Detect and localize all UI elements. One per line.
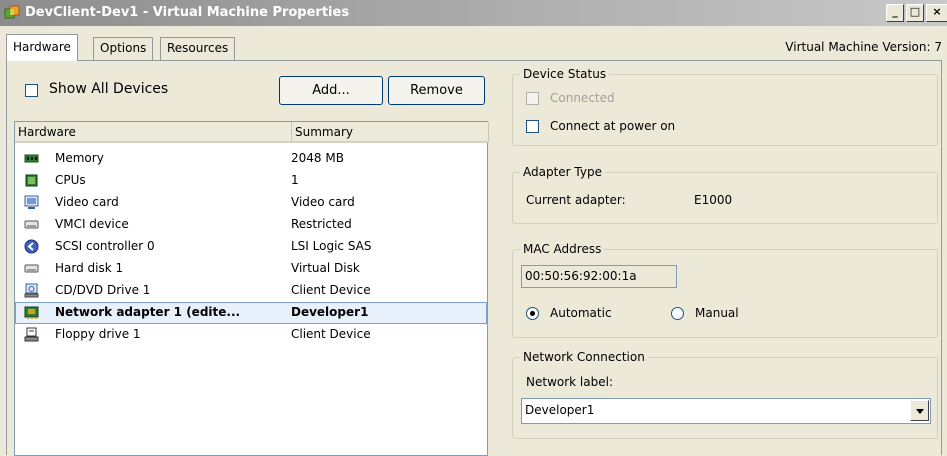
hardware-name: Video card — [55, 195, 119, 209]
hardware-summary: Client Device — [291, 283, 371, 297]
automatic-radio[interactable] — [526, 307, 539, 320]
hardware-row-network-adapter[interactable]: Network adapter 1 (edite... Developer1 — [15, 302, 487, 324]
hardware-summary: 1 — [291, 173, 299, 187]
hardware-summary: 2048 MB — [291, 151, 344, 165]
hardware-name: Network adapter 1 (edite... — [55, 305, 241, 319]
cd-dvd-icon — [24, 283, 39, 298]
monitor-icon — [24, 195, 39, 209]
hardware-name: CD/DVD Drive 1 — [55, 283, 151, 297]
close-icon: × — [932, 5, 942, 18]
manual-radio[interactable] — [671, 307, 684, 320]
network-connection-group: Network Connection Network label: Develo… — [512, 350, 938, 439]
hardware-name: CPUs — [55, 173, 86, 187]
chevron-down-icon[interactable] — [910, 400, 929, 421]
maximize-button[interactable]: □ — [906, 4, 924, 22]
column-header-hardware[interactable]: Hardware — [15, 122, 292, 143]
hardware-summary: Virtual Disk — [291, 261, 360, 275]
tab-options[interactable]: Options — [93, 37, 154, 60]
window-title: DevClient-Dev1 - Virtual Machine Propert… — [25, 5, 350, 20]
hardware-summary: Client Device — [291, 327, 371, 341]
hardware-summary: Video card — [291, 195, 355, 209]
hard-disk-icon — [24, 264, 39, 273]
adapter-type-group: Adapter Type Current adapter: E1000 — [512, 165, 938, 224]
show-all-devices-label: Show All Devices — [49, 81, 169, 97]
column-header-summary[interactable]: Summary — [292, 122, 489, 143]
hardware-name: Hard disk 1 — [55, 261, 124, 275]
network-label-dropdown[interactable]: Developer1 — [521, 398, 931, 424]
floppy-drive-icon — [24, 327, 39, 342]
network-label-caption: Network label: — [526, 375, 613, 389]
network-label-value: Developer1 — [525, 403, 595, 417]
close-button[interactable]: × — [926, 4, 947, 22]
connected-checkbox[interactable] — [526, 92, 539, 105]
hardware-row-cpus[interactable]: CPUs 1 — [15, 170, 487, 192]
scsi-controller-icon — [24, 239, 39, 254]
connect-at-power-on-checkbox[interactable] — [526, 120, 539, 133]
hardware-row-floppy-drive[interactable]: Floppy drive 1 Client Device — [15, 324, 487, 346]
maximize-icon: □ — [909, 5, 921, 18]
hardware-row-vmci-device[interactable]: VMCI device Restricted — [15, 214, 487, 236]
hardware-list[interactable]: Hardware Summary Memory 2048 MB CPUs 1 V… — [14, 121, 489, 456]
network-connection-legend: Network Connection — [520, 350, 648, 364]
connect-at-power-on-label: Connect at power on — [550, 119, 676, 133]
device-status-legend: Device Status — [520, 67, 610, 81]
hardware-row-memory[interactable]: Memory 2048 MB — [15, 148, 487, 170]
adapter-type-legend: Adapter Type — [520, 165, 605, 179]
hardware-row-video-card[interactable]: Video card Video card — [15, 192, 487, 214]
hardware-name: SCSI controller 0 — [55, 239, 155, 253]
minimize-icon: _ — [892, 5, 898, 18]
hardware-row-hard-disk[interactable]: Hard disk 1 Virtual Disk — [15, 258, 487, 280]
device-status-group: Device Status Connected Connect at power… — [512, 67, 938, 146]
remove-button[interactable]: Remove — [388, 76, 485, 105]
cpu-icon — [25, 174, 38, 187]
add-button[interactable]: Add... — [279, 76, 383, 105]
hardware-name: Floppy drive 1 — [55, 327, 141, 341]
tab-resources[interactable]: Resources — [160, 37, 236, 60]
tab-hardware[interactable]: Hardware — [6, 34, 78, 61]
hardware-summary: LSI Logic SAS — [291, 239, 372, 253]
title-bar: DevClient-Dev1 - Virtual Machine Propert… — [0, 0, 947, 26]
device-icon — [24, 220, 39, 229]
mac-address-group: MAC Address 00:50:56:92:00:1a Automatic … — [512, 242, 938, 338]
memory-icon — [24, 154, 39, 163]
vm-version-label: Virtual Machine Version: 7 — [785, 40, 942, 54]
connected-label: Connected — [550, 91, 615, 105]
hardware-row-scsi-controller[interactable]: SCSI controller 0 LSI Logic SAS — [15, 236, 487, 258]
hardware-summary: Restricted — [291, 217, 352, 231]
mac-address-legend: MAC Address — [520, 242, 605, 256]
hardware-panel: Show All Devices Add... Remove Hardware … — [6, 60, 942, 456]
vm-app-icon — [4, 5, 20, 19]
current-adapter-value: E1000 — [694, 193, 733, 207]
hardware-row-cd-dvd[interactable]: CD/DVD Drive 1 Client Device — [15, 280, 487, 302]
mac-address-field[interactable]: 00:50:56:92:00:1a — [521, 265, 677, 288]
network-adapter-icon — [24, 306, 39, 319]
automatic-label: Automatic — [550, 306, 612, 320]
hardware-summary: Developer1 — [291, 305, 369, 319]
minimize-button[interactable]: _ — [886, 4, 904, 22]
show-all-devices-checkbox[interactable] — [25, 84, 38, 97]
manual-label: Manual — [695, 306, 739, 320]
current-adapter-label: Current adapter: — [526, 193, 626, 207]
hardware-name: Memory — [55, 151, 104, 165]
hardware-name: VMCI device — [55, 217, 129, 231]
